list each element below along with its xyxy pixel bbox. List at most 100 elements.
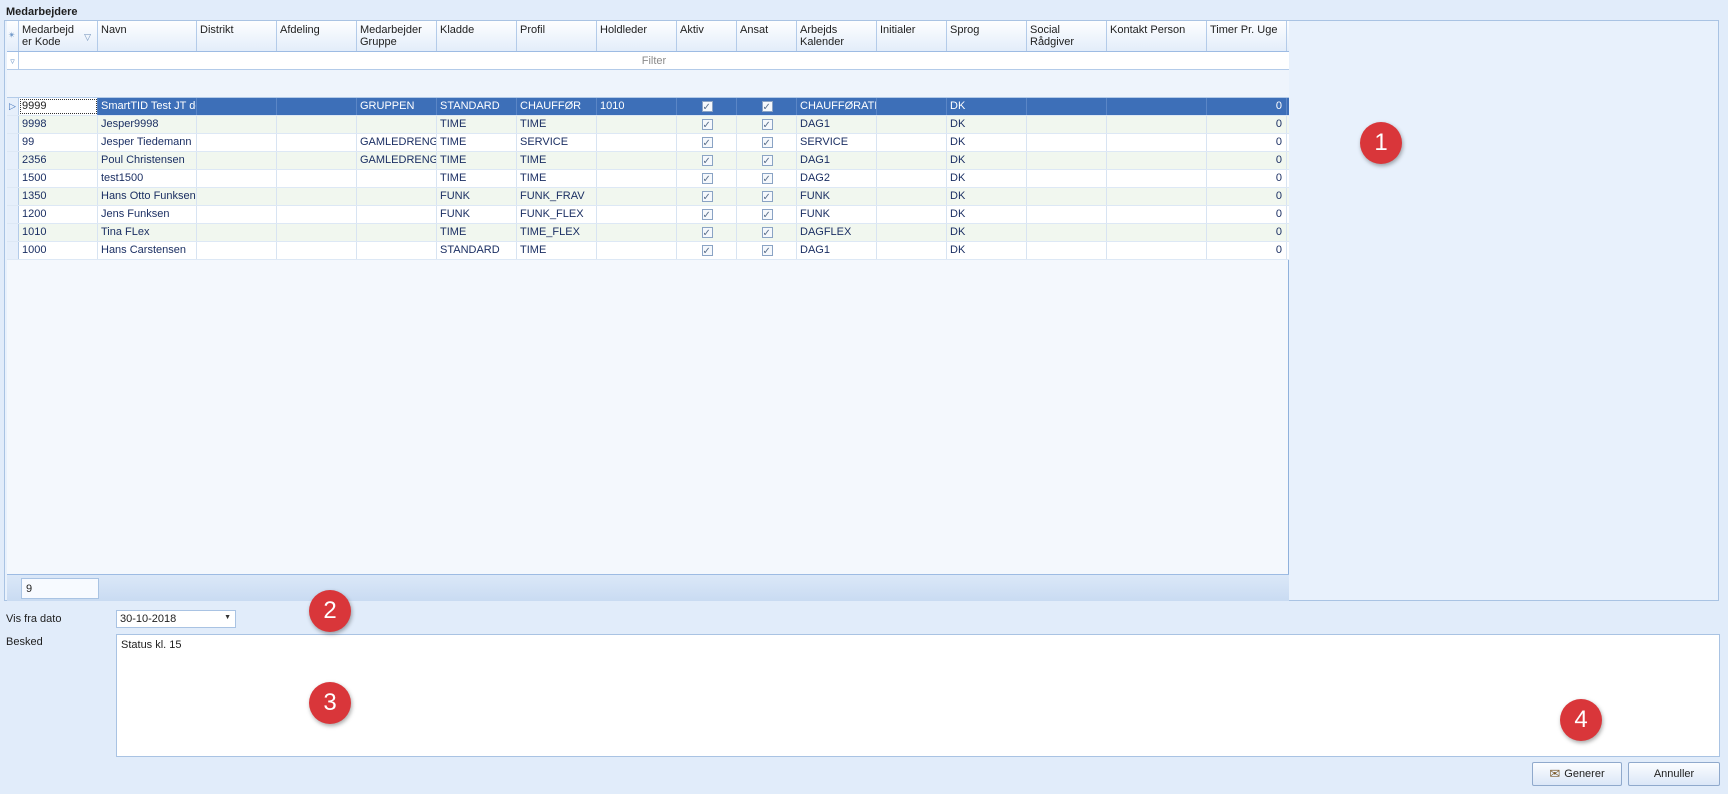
- cell-sprog[interactable]: DK: [947, 134, 1027, 151]
- cell-ansat[interactable]: [737, 116, 797, 133]
- aktiv-checkbox[interactable]: [701, 153, 713, 169]
- cancel-button[interactable]: Annuller: [1628, 762, 1720, 786]
- column-header-timer[interactable]: Timer Pr. Uge: [1207, 21, 1287, 51]
- cell-aktiv[interactable]: [677, 242, 737, 259]
- cell-profil[interactable]: CHAUFFØR: [517, 98, 597, 115]
- row-indicator[interactable]: [7, 224, 19, 241]
- cell-timer[interactable]: 0: [1207, 224, 1287, 241]
- ansat-checkbox[interactable]: [761, 135, 773, 151]
- cell-initialer[interactable]: [877, 98, 947, 115]
- cell-initialer[interactable]: [877, 170, 947, 187]
- ansat-checkbox[interactable]: [761, 153, 773, 169]
- column-header-kode[interactable]: Medarbejd er Kode ▽: [19, 21, 98, 51]
- cell-holdleder[interactable]: [597, 188, 677, 205]
- cell-social[interactable]: [1027, 134, 1107, 151]
- cell-ansat[interactable]: [737, 98, 797, 115]
- cell-profil[interactable]: FUNK_FLEX: [517, 206, 597, 223]
- cell-kalender[interactable]: DAG1: [797, 116, 877, 133]
- cell-navn[interactable]: Jesper Tiedemann: [98, 134, 197, 151]
- cell-navn[interactable]: SmartTID Test JT de: [98, 98, 197, 115]
- cell-afdeling[interactable]: [277, 134, 357, 151]
- cell-afdeling[interactable]: [277, 242, 357, 259]
- cell-kode[interactable]: 1500: [19, 170, 98, 187]
- aktiv-checkbox[interactable]: [701, 207, 713, 223]
- cell-distrikt[interactable]: [197, 206, 277, 223]
- cell-afdeling[interactable]: [277, 188, 357, 205]
- cell-initialer[interactable]: [877, 242, 947, 259]
- cell-ansat[interactable]: [737, 152, 797, 169]
- ansat-checkbox[interactable]: [761, 99, 773, 115]
- cell-timer[interactable]: 0: [1207, 152, 1287, 169]
- table-row[interactable]: 1350Hans Otto FunksenFUNKFUNK_FRAVFUNKDK…: [7, 188, 1289, 206]
- row-indicator[interactable]: [7, 206, 19, 223]
- cell-ansat[interactable]: [737, 170, 797, 187]
- cell-aktiv[interactable]: [677, 224, 737, 241]
- ansat-checkbox[interactable]: [761, 171, 773, 187]
- cell-kladde[interactable]: FUNK: [437, 206, 517, 223]
- cell-kontakt[interactable]: [1107, 134, 1207, 151]
- cell-social[interactable]: [1027, 188, 1107, 205]
- cell-distrikt[interactable]: [197, 242, 277, 259]
- ansat-checkbox[interactable]: [761, 189, 773, 205]
- cell-holdleder[interactable]: [597, 152, 677, 169]
- cell-navn[interactable]: Poul Christensen: [98, 152, 197, 169]
- column-header-social[interactable]: Social Rådgiver: [1027, 21, 1107, 51]
- ansat-checkbox[interactable]: [761, 117, 773, 133]
- cell-aktiv[interactable]: [677, 152, 737, 169]
- cell-social[interactable]: [1027, 98, 1107, 115]
- cell-initialer[interactable]: [877, 152, 947, 169]
- cell-distrikt[interactable]: [197, 116, 277, 133]
- row-indicator[interactable]: [7, 116, 19, 133]
- cell-gruppe[interactable]: [357, 206, 437, 223]
- cell-kode[interactable]: 99: [19, 134, 98, 151]
- employee-grid[interactable]: ✴ Medarbejd er Kode ▽ Navn Distrikt Afdeling…: [7, 21, 1289, 601]
- ansat-checkbox[interactable]: [761, 225, 773, 241]
- generate-button[interactable]: ✉ Generer: [1532, 762, 1622, 786]
- cell-kladde[interactable]: TIME: [437, 134, 517, 151]
- cell-holdleder[interactable]: [597, 116, 677, 133]
- cell-profil[interactable]: TIME_FLEX: [517, 224, 597, 241]
- column-header-holdleder[interactable]: Holdleder: [597, 21, 677, 51]
- column-header-sprog[interactable]: Sprog: [947, 21, 1027, 51]
- cell-kode[interactable]: 1010: [19, 224, 98, 241]
- cell-kontakt[interactable]: [1107, 98, 1207, 115]
- cell-aktiv[interactable]: [677, 206, 737, 223]
- cell-kalender[interactable]: FUNK: [797, 188, 877, 205]
- cell-kladde[interactable]: STANDARD: [437, 98, 517, 115]
- cell-distrikt[interactable]: [197, 134, 277, 151]
- row-indicator[interactable]: [7, 188, 19, 205]
- cell-holdleder[interactable]: [597, 206, 677, 223]
- cell-holdleder[interactable]: [597, 170, 677, 187]
- message-textarea[interactable]: Status kl. 15: [116, 634, 1720, 757]
- cell-distrikt[interactable]: [197, 170, 277, 187]
- cell-kalender[interactable]: CHAUFFØRATL: [797, 98, 877, 115]
- table-row[interactable]: 1500test1500 TIMETIME DAG2 DK 0: [7, 170, 1289, 188]
- cell-gruppe[interactable]: [357, 242, 437, 259]
- cell-holdleder[interactable]: [597, 134, 677, 151]
- cell-distrikt[interactable]: [197, 98, 277, 115]
- cell-social[interactable]: [1027, 116, 1107, 133]
- cell-ansat[interactable]: [737, 206, 797, 223]
- row-indicator[interactable]: ▷: [7, 98, 19, 115]
- row-indicator[interactable]: [7, 134, 19, 151]
- cell-navn[interactable]: Hans Carstensen: [98, 242, 197, 259]
- cell-ansat[interactable]: [737, 224, 797, 241]
- table-row[interactable]: 99Jesper TiedemannGAMLEDRENGETIMESERVICE…: [7, 134, 1289, 152]
- table-row[interactable]: 9998Jesper9998 TIMETIME DAG1 DK 0: [7, 116, 1289, 134]
- cell-profil[interactable]: TIME: [517, 242, 597, 259]
- cell-navn[interactable]: test1500: [98, 170, 197, 187]
- cell-kode[interactable]: 2356: [19, 152, 98, 169]
- cell-aktiv[interactable]: [677, 170, 737, 187]
- cell-navn[interactable]: Jens Funksen: [98, 206, 197, 223]
- cell-navn[interactable]: Tina FLex: [98, 224, 197, 241]
- column-chooser[interactable]: ✴: [7, 21, 19, 51]
- cell-kalender[interactable]: DAGFLEX: [797, 224, 877, 241]
- cell-timer[interactable]: 0: [1207, 116, 1287, 133]
- cell-kontakt[interactable]: [1107, 242, 1207, 259]
- cell-profil[interactable]: TIME: [517, 116, 597, 133]
- cell-sprog[interactable]: DK: [947, 224, 1027, 241]
- cell-navn[interactable]: Hans Otto Funksen: [98, 188, 197, 205]
- cell-timer[interactable]: 0: [1207, 134, 1287, 151]
- cell-social[interactable]: [1027, 170, 1107, 187]
- cell-kode[interactable]: 9998: [19, 116, 98, 133]
